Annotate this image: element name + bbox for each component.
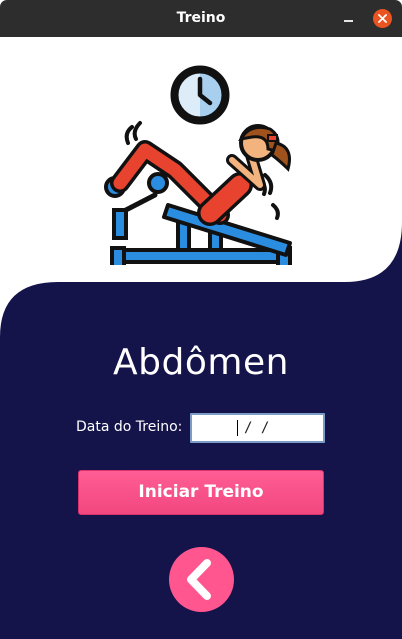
minimize-icon <box>343 20 353 22</box>
content-area: Abdômen Data do Treino: / / Iniciar Trei… <box>0 37 402 639</box>
text-caret <box>237 420 238 436</box>
start-workout-button[interactable]: Iniciar Treino <box>78 470 324 515</box>
chevron-left-icon <box>187 559 211 600</box>
minimize-button[interactable] <box>338 9 358 29</box>
close-icon <box>378 14 387 23</box>
page-heading: Abdômen <box>113 342 289 383</box>
date-field[interactable]: / / <box>190 413 325 443</box>
back-button[interactable] <box>169 547 234 612</box>
title-bar[interactable]: Treino <box>0 0 402 37</box>
date-mask: / / <box>244 420 270 436</box>
date-label: Data do Treino: <box>76 419 183 435</box>
situp-workout-illustration <box>104 65 292 265</box>
close-button[interactable] <box>373 9 392 28</box>
app-window: Treino Abdômen Data do Treino: / / Inici… <box>0 0 402 639</box>
